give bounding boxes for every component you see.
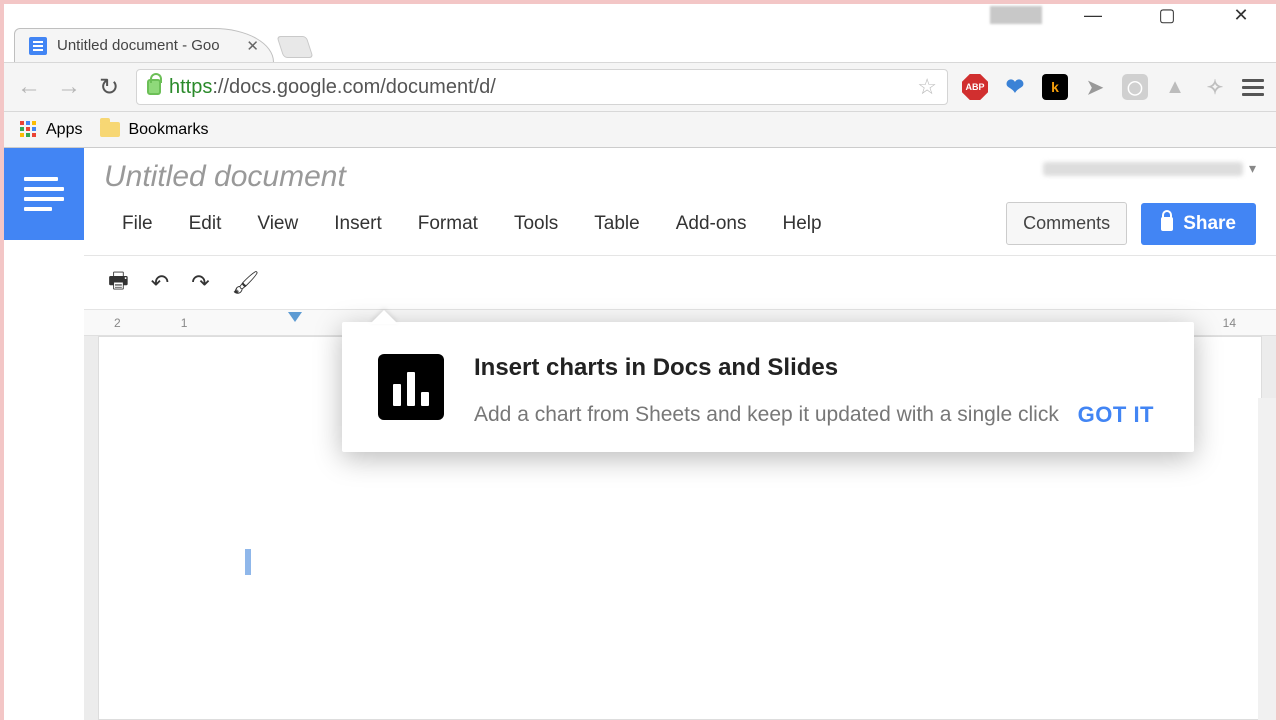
window-maximize-button[interactable]: ▢ xyxy=(1144,4,1190,26)
docs-header: Untitled document ▾ xyxy=(84,148,1276,194)
share-button[interactable]: Share xyxy=(1141,203,1256,245)
menu-insert[interactable]: Insert xyxy=(316,207,400,241)
account-area[interactable]: ▾ xyxy=(1043,160,1256,177)
ruler-indent-marker-icon[interactable] xyxy=(288,312,302,322)
url-text: https://docs.google.com/document/d/ xyxy=(169,76,496,99)
bookmark-star-icon[interactable]: ☆ xyxy=(917,74,937,100)
comments-button[interactable]: Comments xyxy=(1006,202,1127,245)
print-icon[interactable]: 🖶 xyxy=(108,264,129,302)
undo-icon[interactable]: ↶ xyxy=(151,270,169,296)
menu-view[interactable]: View xyxy=(239,207,316,241)
extension-cursor-icon[interactable]: ➤ xyxy=(1082,74,1108,100)
popover-title: Insert charts in Docs and Slides xyxy=(474,354,1158,382)
ruler-mark-1: 1 xyxy=(181,316,188,330)
menu-addons[interactable]: Add-ons xyxy=(658,207,765,241)
reload-button[interactable]: ↻ xyxy=(96,73,122,102)
extension-circle-icon[interactable]: ◯ xyxy=(1122,74,1148,100)
browser-toolbar: ← → ↻ https://docs.google.com/document/d… xyxy=(4,62,1276,112)
document-title[interactable]: Untitled document xyxy=(104,160,346,194)
tab-strip: Untitled document - Goo ✕ xyxy=(4,26,1276,62)
docs-menubar: File Edit View Insert Format Tools Table… xyxy=(84,194,1276,256)
menu-edit[interactable]: Edit xyxy=(171,207,240,241)
ruler-mark-14: 14 xyxy=(1223,316,1236,330)
bookmarks-label: Bookmarks xyxy=(128,121,208,139)
paint-format-icon[interactable]: 🖌 xyxy=(232,270,260,296)
lock-icon xyxy=(147,79,161,95)
extension-flame-icon[interactable]: ✧ xyxy=(1202,74,1228,100)
insert-charts-popover: Insert charts in Docs and Slides Add a c… xyxy=(342,322,1194,452)
window-close-button[interactable]: ✕ xyxy=(1218,4,1264,26)
browser-window: — ▢ ✕ Untitled document - Goo ✕ ← → ↻ ht… xyxy=(4,4,1276,720)
back-button[interactable]: ← xyxy=(16,73,42,101)
popover-description: Add a chart from Sheets and keep it upda… xyxy=(474,398,1158,432)
bookmarks-bar: Apps Bookmarks xyxy=(4,112,1276,148)
extension-drive-icon[interactable]: ▲ xyxy=(1162,74,1188,100)
format-toolbar: 🖶 ↶ ↷ 🖌 xyxy=(84,256,1276,310)
window-titlebar: — ▢ ✕ xyxy=(4,4,1276,26)
extension-v-icon[interactable]: ❤ xyxy=(1002,74,1028,100)
share-lock-icon xyxy=(1161,217,1173,231)
apps-label: Apps xyxy=(46,121,82,139)
menu-file[interactable]: File xyxy=(104,207,171,241)
docs-favicon-icon xyxy=(29,37,47,55)
adblock-extension-icon[interactable]: ABP xyxy=(962,74,988,100)
menu-table[interactable]: Table xyxy=(576,207,657,241)
chart-icon xyxy=(378,354,444,420)
menu-format[interactable]: Format xyxy=(400,207,496,241)
docs-logo-icon[interactable] xyxy=(4,148,84,240)
share-label: Share xyxy=(1183,213,1236,235)
window-blur-region xyxy=(990,6,1042,24)
account-email-blurred xyxy=(1043,162,1243,176)
extension-k-icon[interactable]: k xyxy=(1042,74,1068,100)
apps-shortcut[interactable]: Apps xyxy=(20,121,82,139)
apps-grid-icon xyxy=(20,121,38,139)
tab-close-icon[interactable]: ✕ xyxy=(246,37,259,55)
address-bar[interactable]: https://docs.google.com/document/d/ ☆ xyxy=(136,69,948,105)
bookmarks-folder[interactable]: Bookmarks xyxy=(100,121,208,139)
ruler-mark-2: 2 xyxy=(114,316,121,330)
got-it-button[interactable]: GOT IT xyxy=(1078,402,1154,428)
redo-icon[interactable]: ↷ xyxy=(191,270,209,296)
new-tab-button[interactable] xyxy=(276,36,313,58)
browser-menu-button[interactable] xyxy=(1242,79,1264,96)
forward-button[interactable]: → xyxy=(56,73,82,101)
menu-help[interactable]: Help xyxy=(765,207,840,241)
menu-tools[interactable]: Tools xyxy=(496,207,576,241)
account-dropdown-icon[interactable]: ▾ xyxy=(1249,160,1256,177)
window-minimize-button[interactable]: — xyxy=(1070,4,1116,26)
text-cursor xyxy=(245,549,251,575)
browser-tab[interactable]: Untitled document - Goo ✕ xyxy=(14,28,274,62)
tab-title: Untitled document - Goo xyxy=(57,37,236,54)
folder-icon xyxy=(100,122,120,137)
vertical-scrollbar[interactable] xyxy=(1258,398,1276,720)
